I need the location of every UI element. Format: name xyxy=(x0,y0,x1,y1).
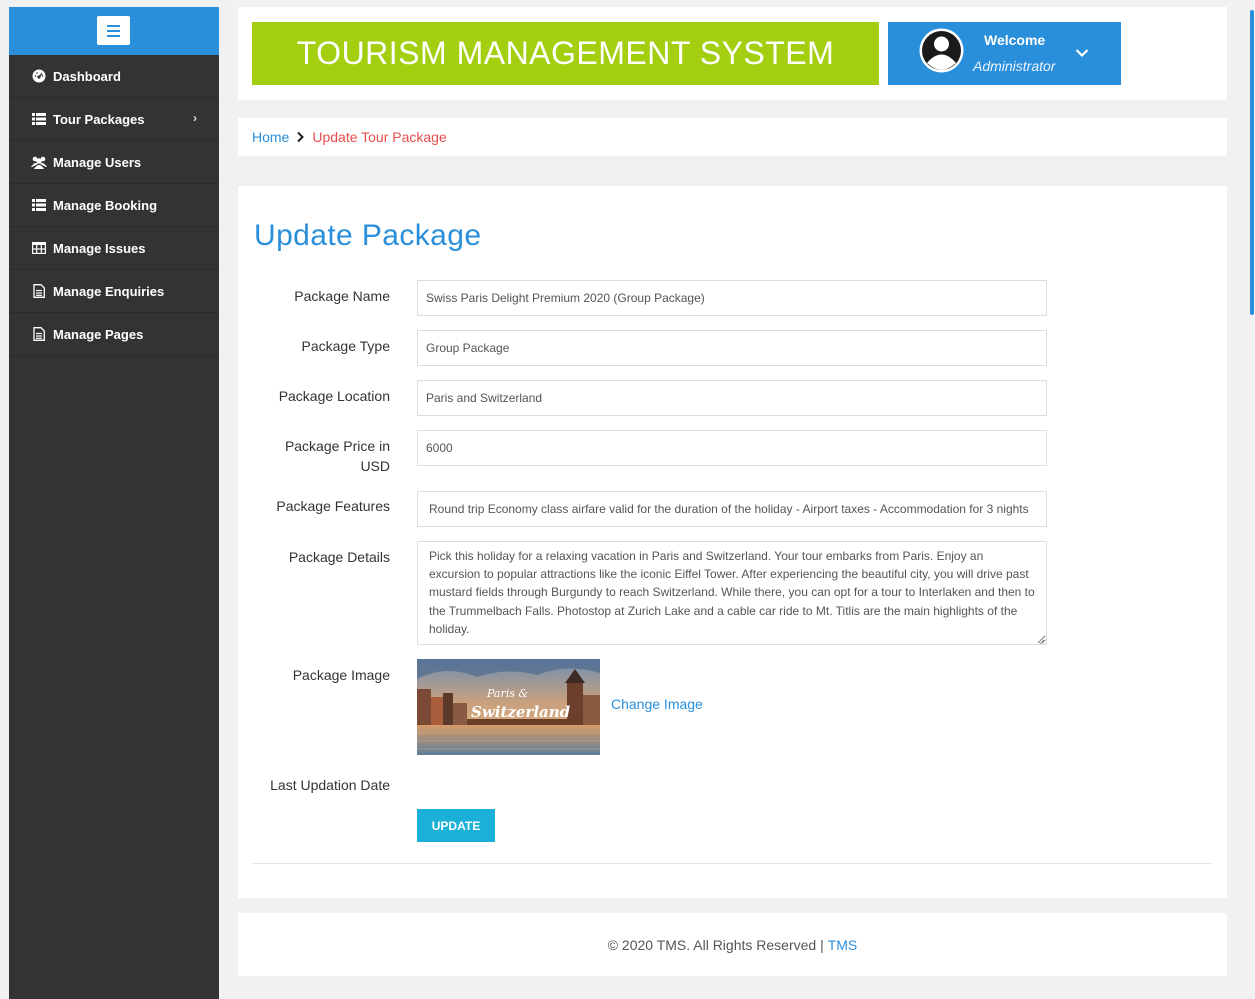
user-role: Administrator xyxy=(973,58,1056,74)
resize-handle-icon[interactable] xyxy=(1036,634,1045,644)
header: TOURISM MANAGEMENT SYSTEM Welcome Admini… xyxy=(238,7,1227,100)
sidebar-item-manage-pages[interactable]: Manage Pages xyxy=(9,313,219,356)
sidebar-item-label: Manage Enquiries xyxy=(53,283,165,299)
users-icon xyxy=(31,155,47,169)
last-updation-label: Last Updation Date xyxy=(270,777,390,793)
sidebar-item-manage-booking[interactable]: Manage Booking xyxy=(9,184,219,227)
package-price-input[interactable]: 6000 xyxy=(417,430,1047,466)
package-image: Paris & Switzerland xyxy=(417,659,600,755)
package-features-label: Package Features xyxy=(276,498,390,514)
package-name-input[interactable]: Swiss Paris Delight Premium 2020 (Group … xyxy=(417,280,1047,316)
sidebar-item-label: Manage Issues xyxy=(53,240,146,256)
package-price-value: 6000 xyxy=(426,441,453,455)
sidebar-menu: Dashboard Tour Packages › Manage Users M… xyxy=(9,55,219,356)
sidebar-item-dashboard[interactable]: Dashboard xyxy=(9,55,219,98)
sidebar-item-label: Tour Packages xyxy=(53,111,145,127)
page-title: Update Package xyxy=(254,219,482,252)
app-title: TOURISM MANAGEMENT SYSTEM xyxy=(252,22,879,85)
menu-toggle-icon[interactable] xyxy=(97,16,130,45)
file-icon xyxy=(31,327,47,341)
sidebar-item-label: Manage Users xyxy=(53,154,142,170)
chevron-right-icon xyxy=(296,131,305,143)
sidebar-item-manage-issues[interactable]: Manage Issues xyxy=(9,227,219,270)
footer-tms-link[interactable]: TMS xyxy=(828,937,858,953)
footer: © 2020 TMS. All Rights Reserved | TMS xyxy=(238,913,1227,976)
package-name-label: Package Name xyxy=(294,288,390,304)
package-details-textarea[interactable]: Pick this holiday for a relaxing vacatio… xyxy=(417,541,1047,645)
list-icon xyxy=(31,198,47,212)
scrollbar-thumb[interactable] xyxy=(1250,10,1254,315)
breadcrumb-current: Update Tour Package xyxy=(312,129,447,145)
image-caption-line1: Paris & xyxy=(487,687,529,700)
package-type-label: Package Type xyxy=(301,338,390,354)
sidebar-item-manage-enquiries[interactable]: Manage Enquiries xyxy=(9,270,219,313)
package-details-value: Pick this holiday for a relaxing vacatio… xyxy=(429,549,1035,636)
package-details-label: Package Details xyxy=(288,549,390,565)
divider xyxy=(252,863,1212,864)
package-location-input[interactable]: Paris and Switzerland xyxy=(417,380,1047,416)
dashboard-icon xyxy=(31,69,47,83)
user-profile-menu[interactable]: Welcome Administrator xyxy=(888,22,1121,85)
breadcrumb: Home Update Tour Package xyxy=(238,118,1227,156)
package-type-input[interactable]: Group Package xyxy=(417,330,1047,366)
sidebar-header xyxy=(9,7,219,55)
package-location-label: Package Location xyxy=(278,388,390,404)
sidebar-item-tour-packages[interactable]: Tour Packages › xyxy=(9,98,219,141)
package-type-value: Group Package xyxy=(426,341,510,355)
sidebar-item-label: Dashboard xyxy=(53,68,121,84)
breadcrumb-home-link[interactable]: Home xyxy=(252,129,289,145)
package-features-input[interactable]: Round trip Economy class airfare valid f… xyxy=(417,491,1047,527)
package-price-label: Package Price in USD xyxy=(284,438,390,474)
package-location-value: Paris and Switzerland xyxy=(426,391,543,405)
package-features-value: Round trip Economy class airfare valid f… xyxy=(429,502,1029,516)
table-icon xyxy=(31,241,47,255)
chevron-right-icon: › xyxy=(193,111,197,125)
update-package-form: Update Package Package Name Swiss Paris … xyxy=(238,186,1227,898)
package-image-label: Package Image xyxy=(292,667,390,683)
list-icon xyxy=(31,112,47,126)
update-button[interactable]: UPDATE xyxy=(417,809,495,842)
package-name-value: Swiss Paris Delight Premium 2020 (Group … xyxy=(426,291,705,305)
avatar-icon xyxy=(918,27,965,74)
chevron-down-icon[interactable] xyxy=(1075,45,1089,58)
sidebar-item-label: Manage Pages xyxy=(53,326,144,342)
image-caption-line2: Switzerland xyxy=(471,703,571,721)
sidebar: Dashboard Tour Packages › Manage Users M… xyxy=(9,7,219,999)
welcome-text: Welcome xyxy=(984,32,1046,48)
sidebar-item-label: Manage Booking xyxy=(53,197,158,213)
change-image-link[interactable]: Change Image xyxy=(611,696,703,712)
file-icon xyxy=(31,284,47,298)
copyright-text: © 2020 TMS. All Rights Reserved | xyxy=(607,936,824,953)
sidebar-item-manage-users[interactable]: Manage Users xyxy=(9,141,219,184)
